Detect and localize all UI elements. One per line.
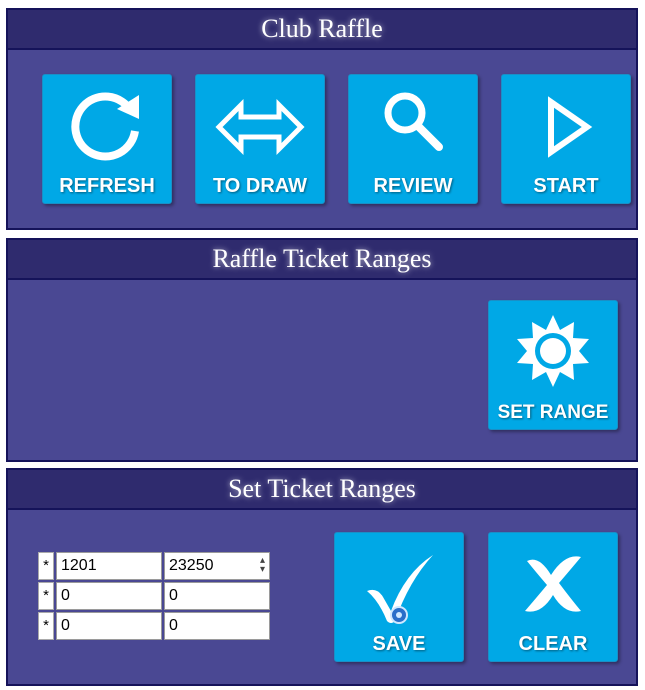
table-row: * 0 0 <box>38 582 270 610</box>
spinner-icon[interactable]: ▴ ▾ <box>260 556 265 575</box>
sun-icon <box>489 309 617 393</box>
club-raffle-title: Club Raffle <box>8 10 636 50</box>
range-to-input[interactable]: 23250 ▴ ▾ <box>164 552 270 580</box>
save-label: SAVE <box>372 633 426 655</box>
play-icon <box>502 85 630 169</box>
search-icon <box>349 81 477 165</box>
table-row: * 1201 23250 ▴ ▾ <box>38 552 270 580</box>
refresh-icon <box>43 85 171 169</box>
set-ticket-ranges-title: Set Ticket Ranges <box>8 470 636 510</box>
clear-x-icon <box>489 541 617 625</box>
refresh-label: REFRESH <box>59 175 155 197</box>
save-button[interactable]: SAVE <box>334 532 464 662</box>
to-draw-button[interactable]: TO DRAW <box>195 74 325 204</box>
row-marker: * <box>38 612 54 640</box>
range-from-input[interactable]: 0 <box>56 612 162 640</box>
set-range-button[interactable]: SET RANGE <box>488 300 618 430</box>
ticket-ranges-title: Raffle Ticket Ranges <box>8 240 636 280</box>
row-marker: * <box>38 582 54 610</box>
table-row: * 0 0 <box>38 612 270 640</box>
set-ticket-ranges-panel: Set Ticket Ranges * 1201 23250 ▴ ▾ * 0 0 … <box>6 468 638 686</box>
refresh-button[interactable]: REFRESH <box>42 74 172 204</box>
review-label: REVIEW <box>373 175 453 197</box>
ticket-range-table: * 1201 23250 ▴ ▾ * 0 0 * 0 0 <box>36 550 272 642</box>
start-label: START <box>533 175 599 197</box>
range-to-value: 23250 <box>169 557 214 574</box>
ticket-ranges-panel: Raffle Ticket Ranges SET RANGE <box>6 238 638 462</box>
to-draw-label: TO DRAW <box>212 175 308 197</box>
double-arrow-icon <box>196 85 324 169</box>
range-to-input[interactable]: 0 <box>164 612 270 640</box>
checkmark-icon <box>335 545 463 629</box>
range-to-input[interactable]: 0 <box>164 582 270 610</box>
start-button[interactable]: START <box>501 74 631 204</box>
range-from-input[interactable]: 1201 <box>56 552 162 580</box>
range-from-input[interactable]: 0 <box>56 582 162 610</box>
review-button[interactable]: REVIEW <box>348 74 478 204</box>
row-marker: * <box>38 552 54 580</box>
set-range-label: SET RANGE <box>497 402 609 423</box>
clear-label: CLEAR <box>518 633 588 655</box>
clear-button[interactable]: CLEAR <box>488 532 618 662</box>
club-raffle-panel: Club Raffle REFRESH TO DRAW REVIEW START <box>6 8 638 230</box>
